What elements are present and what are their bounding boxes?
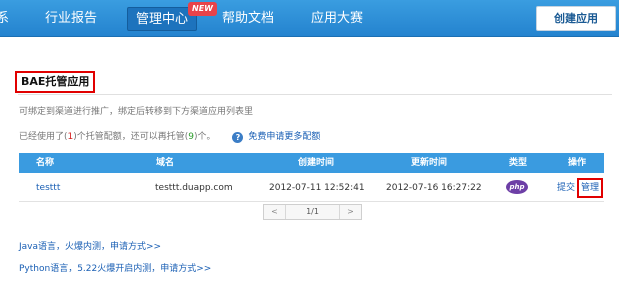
quota-suffix: )个。 <box>194 132 216 142</box>
column-header-domain: 域名 <box>156 158 175 168</box>
app-created-time: 2012-07-11 12:52:41 <box>269 183 365 193</box>
nav-item-partial[interactable]: 系 <box>0 0 9 37</box>
top-navbar: 系 行业报告 管理中心 NEW 帮助文档 应用大赛 创建应用 <box>0 0 619 37</box>
prev-page-button[interactable]: < <box>264 205 286 219</box>
submit-link[interactable]: 提交 <box>557 174 575 202</box>
next-page-button[interactable]: > <box>339 205 361 219</box>
quota-line: 已经使用了(1)个托管配额，还可以再托管(9)个。 ? 免费申请更多配额 <box>19 129 320 143</box>
table-header: 名称 域名 创建时间 更新时间 类型 操作 <box>19 153 604 173</box>
question-icon: ? <box>232 132 244 143</box>
app-name-link[interactable]: testtt <box>36 174 60 202</box>
python-apply-link[interactable]: Python语言，5.22火爆开启内测，申请方式>> <box>19 261 211 274</box>
page-indicator: 1/1 <box>306 207 319 216</box>
title-divider <box>18 94 612 95</box>
apply-quota-link[interactable]: 免费申请更多配额 <box>248 132 320 142</box>
nav-item-help-docs[interactable]: 帮助文档 <box>222 0 274 37</box>
quota-middle: )个托管配额，还可以再托管( <box>73 132 189 142</box>
php-icon: php <box>506 180 528 194</box>
pagination: < 1/1 > <box>263 204 362 220</box>
nav-item-reports[interactable]: 行业报告 <box>45 0 97 37</box>
column-header-updated: 更新时间 <box>411 158 448 168</box>
section-title: BAE托管应用 <box>15 71 96 93</box>
column-header-name: 名称 <box>36 158 55 168</box>
manage-link[interactable]: 管理 <box>577 178 604 198</box>
hint-text: 可绑定到渠道进行推广，绑定后转移到下方渠道应用列表里 <box>19 107 254 117</box>
app-domain: testtt.duapp.com <box>155 183 233 193</box>
column-header-created: 创建时间 <box>298 158 335 168</box>
nav-item-app-contest[interactable]: 应用大赛 <box>311 0 363 37</box>
quota-prefix: 已经使用了( <box>19 132 68 142</box>
column-header-type: 类型 <box>509 158 528 168</box>
app-updated-time: 2012-07-16 16:27:22 <box>386 183 482 193</box>
new-badge: NEW <box>188 2 217 16</box>
table-row: testtt testtt.duapp.com 2012-07-11 12:52… <box>19 174 604 202</box>
java-apply-link[interactable]: Java语言，火爆内测，申请方式>> <box>19 239 161 252</box>
nav-item-manage-center[interactable]: 管理中心 <box>127 7 198 31</box>
column-header-actions: 操作 <box>568 158 587 168</box>
create-app-button[interactable]: 创建应用 <box>536 6 616 31</box>
